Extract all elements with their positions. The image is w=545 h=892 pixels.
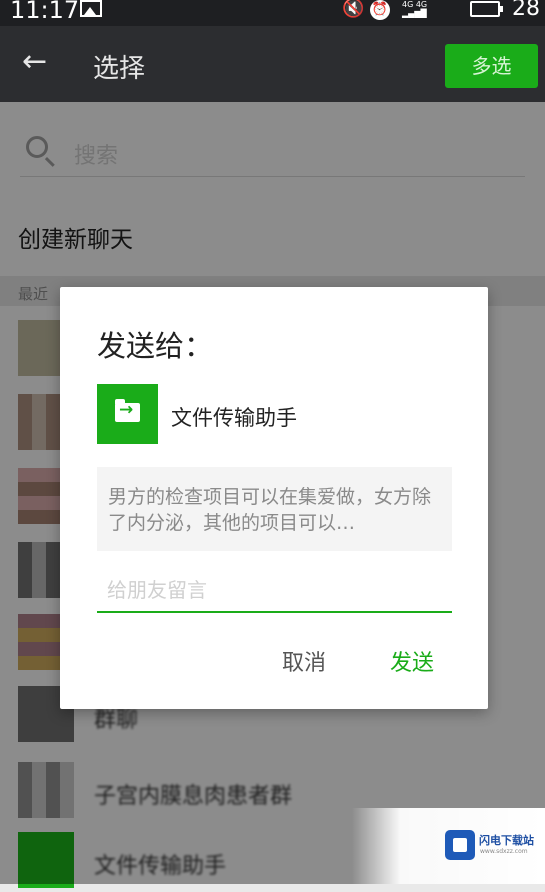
clock: 11:17 (10, 0, 80, 24)
watermark-logo-icon (445, 830, 475, 860)
page-title: 选择 (93, 54, 146, 84)
watermark-subtitle: www.sdxzz.com (480, 848, 528, 855)
battery-level: 28 (512, 0, 540, 21)
app-bar: ← 选择 多选 (0, 26, 545, 102)
watermark: 闪电下载站 www.sdxzz.com (352, 808, 545, 884)
status-bar: 11:17 🔇 ⏰ 4G 4G ▂▄▆█ 28 (0, 0, 545, 26)
back-arrow-icon[interactable]: ← (22, 44, 47, 80)
alarm-icon: ⏰ (370, 0, 390, 20)
image-notification-icon (80, 0, 102, 17)
recipient-name: 文件传输助手 (171, 406, 297, 430)
send-button[interactable]: 发送 (390, 645, 434, 677)
cancel-button[interactable]: 取消 (282, 645, 326, 677)
folder-icon (115, 399, 140, 422)
message-preview: 男方的检查项目可以在集爱做，女方除了内分泌，其他的项目可以… (97, 467, 452, 551)
send-dialog: 发送给： 文件传输助手 男方的检查项目可以在集爱做，女方除了内分泌，其他的项目可… (60, 287, 488, 709)
signal-label: 4G 4G (402, 0, 428, 9)
battery-icon (470, 1, 503, 17)
preview-text: 男方的检查项目可以在集爱做，女方除了内分泌，其他的项目可以… (108, 486, 432, 534)
multi-select-button[interactable]: 多选 (445, 44, 538, 88)
dialog-title: 发送给： (97, 329, 214, 363)
watermark-title: 闪电下载站 (479, 834, 534, 847)
file-transfer-icon (97, 384, 158, 444)
signal-icon: 4G 4G ▂▄▆█ (402, 0, 428, 18)
mute-icon: 🔇 (342, 0, 365, 19)
message-input[interactable] (97, 569, 452, 613)
